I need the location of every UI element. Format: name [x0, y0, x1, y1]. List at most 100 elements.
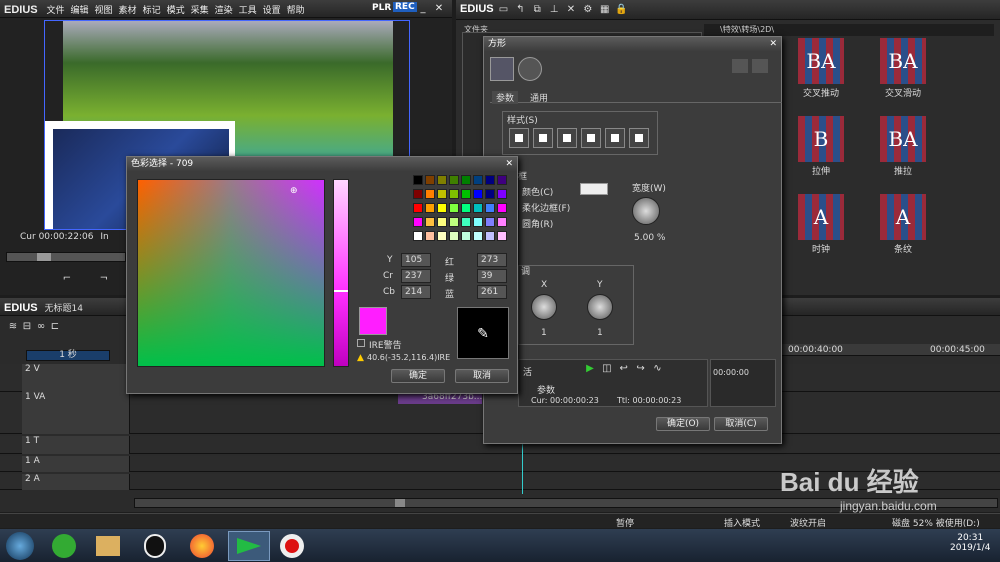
style-button[interactable]: [557, 128, 577, 148]
palette-swatch[interactable]: [449, 189, 459, 199]
hue-slider[interactable]: [333, 179, 349, 367]
eyedropper-icon[interactable]: ✎: [457, 307, 509, 359]
palette-swatch[interactable]: [437, 217, 447, 227]
style-button[interactable]: [629, 128, 649, 148]
green-input[interactable]: 39: [477, 269, 507, 283]
ok-button[interactable]: 确定(O): [656, 417, 710, 431]
preset-icon[interactable]: [732, 59, 748, 73]
palette-swatch[interactable]: [413, 189, 423, 199]
soft-edge-label[interactable]: 柔化边框(F): [522, 201, 570, 214]
mark-in-icon[interactable]: ⌐: [60, 272, 74, 286]
cb-input[interactable]: 214: [401, 285, 431, 299]
menu-item[interactable]: 素材: [119, 6, 137, 16]
palette-swatch[interactable]: [485, 203, 495, 213]
clock[interactable]: 20:31 2019/1/4: [950, 533, 990, 553]
palette-swatch[interactable]: [449, 217, 459, 227]
palette-swatch[interactable]: [485, 231, 495, 241]
red-input[interactable]: 273: [477, 253, 507, 267]
palette-swatch[interactable]: [461, 231, 471, 241]
rec-label[interactable]: REC: [393, 2, 417, 12]
palette-swatch[interactable]: [437, 175, 447, 185]
palette-swatch[interactable]: [413, 231, 423, 241]
ire-checkbox[interactable]: [357, 339, 365, 347]
palette-swatch[interactable]: [413, 203, 423, 213]
palette-swatch[interactable]: [437, 189, 447, 199]
menu-item[interactable]: 渲染: [215, 6, 233, 16]
prev-keyframe-icon[interactable]: ↩: [617, 362, 631, 376]
round-corner-label[interactable]: 圆角(R): [522, 217, 553, 230]
palette-swatch[interactable]: [485, 175, 495, 185]
explorer-icon[interactable]: [96, 536, 120, 556]
palette-swatch[interactable]: [473, 203, 483, 213]
palette-swatch[interactable]: [449, 175, 459, 185]
menu-item[interactable]: 标记: [143, 6, 161, 16]
palette-swatch[interactable]: [413, 217, 423, 227]
menu-item[interactable]: 采集: [191, 6, 209, 16]
menu-item[interactable]: 视图: [95, 6, 113, 16]
up-icon[interactable]: ↰: [513, 3, 527, 17]
reset-icon[interactable]: [752, 59, 768, 73]
style-button[interactable]: [605, 128, 625, 148]
palette-swatch[interactable]: [413, 175, 423, 185]
add-keyframe-icon[interactable]: ◫: [600, 362, 614, 376]
mode-icon[interactable]: ≋: [6, 320, 20, 334]
palette-swatch[interactable]: [425, 175, 435, 185]
palette-swatch[interactable]: [449, 203, 459, 213]
palette-swatch[interactable]: [425, 203, 435, 213]
palette-swatch[interactable]: [437, 231, 447, 241]
style-button[interactable]: [533, 128, 553, 148]
app-icon[interactable]: [52, 534, 76, 558]
menu-item[interactable]: 工具: [239, 6, 257, 16]
scale-select[interactable]: 1 秒: [26, 350, 110, 361]
effect-item[interactable]: BA 推拉: [868, 116, 938, 177]
color-field[interactable]: ⊕: [137, 179, 325, 367]
palette-swatch[interactable]: [473, 231, 483, 241]
y-input[interactable]: 105: [401, 253, 431, 267]
cr-input[interactable]: 237: [401, 269, 431, 283]
style-button[interactable]: [509, 128, 529, 148]
palette-swatch[interactable]: [437, 203, 447, 213]
link-icon[interactable]: ⊏: [48, 320, 62, 334]
blue-input[interactable]: 261: [477, 285, 507, 299]
palette-swatch[interactable]: [497, 217, 507, 227]
jog-slider[interactable]: [6, 252, 126, 262]
palette-swatch[interactable]: [497, 231, 507, 241]
close-icon[interactable]: ✕: [505, 157, 513, 171]
menu-item[interactable]: 编辑: [71, 6, 89, 16]
palette-swatch[interactable]: [485, 189, 495, 199]
start-button[interactable]: [6, 532, 34, 560]
color-cancel-button[interactable]: 取消: [455, 369, 509, 383]
plr-label[interactable]: PLR: [372, 3, 391, 13]
palette-swatch[interactable]: [497, 189, 507, 199]
properties-icon[interactable]: ⚙: [581, 3, 595, 17]
view-icon[interactable]: ▦: [598, 3, 612, 17]
palette-icon[interactable]: [490, 57, 514, 81]
effect-item[interactable]: BA 交叉滑动: [868, 38, 938, 99]
palette-swatch[interactable]: [485, 217, 495, 227]
record-icon[interactable]: [280, 534, 304, 558]
style-button[interactable]: [581, 128, 601, 148]
menu-item[interactable]: 设置: [263, 6, 281, 16]
tab-params[interactable]: 参数: [492, 91, 519, 104]
minimize-icon[interactable]: _: [416, 2, 430, 16]
next-keyframe-icon[interactable]: ↪: [634, 362, 648, 376]
mark-out-icon[interactable]: ¬: [97, 272, 111, 286]
lock-icon[interactable]: 🔒: [615, 3, 629, 17]
effect-item[interactable]: BA 交叉推动: [786, 38, 856, 99]
effect-item[interactable]: A 时钟: [786, 194, 856, 255]
palette-swatch[interactable]: [473, 217, 483, 227]
palette-swatch[interactable]: [449, 231, 459, 241]
menu-item[interactable]: 文件: [47, 6, 65, 16]
palette-swatch[interactable]: [461, 217, 471, 227]
palette-swatch[interactable]: [497, 175, 507, 185]
play-icon[interactable]: ▶: [583, 362, 597, 376]
palette-swatch[interactable]: [497, 203, 507, 213]
cancel-button[interactable]: 取消(C): [714, 417, 768, 431]
sync-icon[interactable]: ∞: [34, 320, 48, 334]
palette-swatch[interactable]: [461, 175, 471, 185]
x-knob[interactable]: [531, 294, 557, 320]
color-label[interactable]: 颜色(C): [522, 185, 553, 198]
folder-icon[interactable]: ▭: [497, 3, 511, 17]
timeline-ruler[interactable]: 00:00:40:00 00:00:45:00: [780, 344, 1000, 356]
graph-icon[interactable]: ∿: [651, 362, 665, 376]
